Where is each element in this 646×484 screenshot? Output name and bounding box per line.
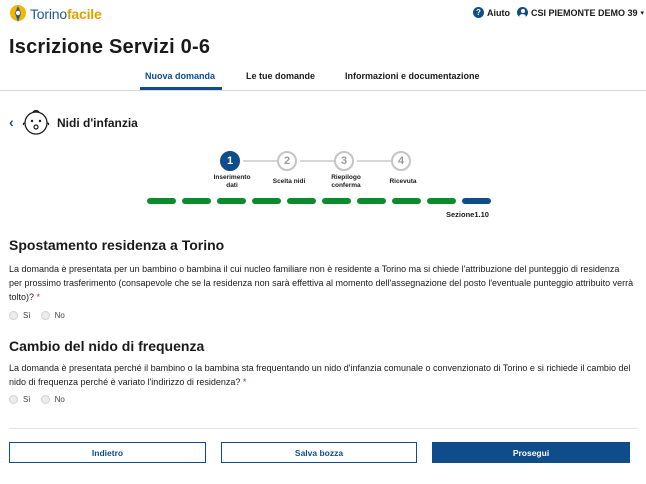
- question-1-options: Sì No: [9, 311, 75, 320]
- step-3-circle: 3: [334, 151, 354, 171]
- progress-segment: [287, 198, 316, 204]
- logo-icon: [10, 5, 26, 22]
- logo-text: Torinofacile: [30, 6, 102, 22]
- main-tabs: Nuova domanda Le tue domande Informazion…: [0, 67, 646, 91]
- progress-segment: [252, 198, 281, 204]
- progress-segment: [147, 198, 176, 204]
- top-bar: Torinofacile ? Aiuto CSI PIEMONTE DEMO 3…: [0, 0, 646, 30]
- user-circle-icon: [517, 7, 528, 18]
- step-4-label: Ricevuta: [389, 178, 417, 185]
- active-tab-indicator: [140, 87, 222, 90]
- progress-segment: [217, 198, 246, 204]
- radio-si[interactable]: [9, 395, 18, 404]
- user-menu[interactable]: CSI PIEMONTE DEMO 39 ▾: [517, 7, 644, 18]
- progress-segment-current: [462, 198, 491, 204]
- progress-segment: [392, 198, 421, 204]
- radio-no-label: No: [54, 311, 65, 320]
- step-connector: [300, 160, 334, 162]
- section-progress-label: Sezione1.10: [446, 210, 489, 219]
- radio-si-label: Sì: [23, 311, 31, 320]
- tab-nuova-domanda[interactable]: Nuova domanda: [145, 71, 215, 81]
- radio-no[interactable]: [40, 395, 50, 404]
- radio-no-label: No: [54, 395, 65, 404]
- divider: [9, 428, 637, 429]
- step-2-label: Scelta nidi: [272, 178, 306, 185]
- step-2-circle: 2: [277, 151, 297, 171]
- question-1-title: Spostamento residenza a Torino: [9, 237, 225, 253]
- step-1-label: Inserimento dati: [213, 174, 251, 189]
- progress-segment: [322, 198, 351, 204]
- tab-le-tue-domande[interactable]: Le tue domande: [246, 71, 315, 81]
- question-2-options: Sì No: [9, 395, 75, 404]
- step-connector: [357, 160, 391, 162]
- progress-segment: [427, 198, 456, 204]
- save-draft-button[interactable]: Salva bozza: [221, 442, 417, 463]
- step-3-label: Riepilogo conferma: [331, 174, 361, 189]
- chevron-down-icon: ▾: [640, 9, 645, 17]
- step-1-circle: 1: [220, 151, 240, 171]
- torinofacile-logo[interactable]: Torinofacile: [9, 4, 102, 24]
- question-circle-icon: ?: [473, 7, 484, 18]
- required-mark: *: [242, 377, 247, 387]
- chevron-left-icon[interactable]: ‹: [9, 114, 14, 130]
- help-link[interactable]: ? Aiuto: [473, 7, 510, 18]
- progress-segment: [357, 198, 386, 204]
- question-1-text: La domanda è presentata per un bambino o…: [9, 264, 634, 302]
- progress-segment: [182, 198, 211, 204]
- question-2-title: Cambio del nido di frequenza: [9, 338, 205, 354]
- back-button[interactable]: Indietro: [9, 442, 206, 463]
- step-connector: [243, 160, 277, 162]
- baby-icon: [22, 109, 50, 135]
- user-name: CSI PIEMONTE DEMO 39: [531, 7, 638, 18]
- help-label: Aiuto: [487, 7, 510, 18]
- section-title: Nidi d'infanzia: [57, 116, 138, 130]
- page-title: Iscrizione Servizi 0-6: [9, 36, 211, 58]
- radio-si-label: Sì: [23, 395, 31, 404]
- step-4-circle: 4: [391, 151, 411, 171]
- question-2-text: La domanda è presentata perché il bambin…: [9, 363, 631, 387]
- tab-informazioni[interactable]: Informazioni e documentazione: [345, 71, 480, 81]
- radio-no[interactable]: [40, 311, 50, 320]
- radio-si[interactable]: [9, 311, 18, 320]
- next-button[interactable]: Prosegui: [432, 442, 630, 463]
- required-mark: *: [36, 292, 41, 302]
